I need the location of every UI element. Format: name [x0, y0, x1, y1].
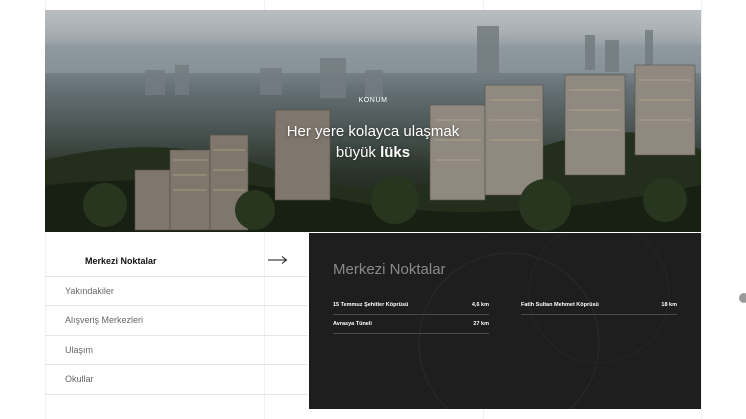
distances-panel: Merkezi Noktalar 15 Temmuz Şehitler Köpr… [309, 233, 701, 409]
list-item-ulasim[interactable]: Ulaşım [45, 336, 308, 365]
hero-eyebrow: KONUM [358, 97, 388, 104]
list-item-label: Yakındakiler [65, 285, 114, 296]
list-item-label: Ulaşım [65, 344, 94, 355]
scroll-indicator-dot[interactable] [739, 293, 746, 303]
arrow-right-icon [268, 256, 288, 264]
hero-title: Her yere kolayca ulaşmak büyük lüks [45, 121, 701, 163]
distance-row: 15 Temmuz Şehitler Köprüsü 4,6 km [333, 296, 489, 315]
grid-guide [701, 0, 702, 419]
distance-row: Fatih Sultan Mehmet Köprüsü 18 km [521, 296, 677, 315]
list-item-label: Okullar [65, 374, 94, 385]
hero-title-line1: Her yere kolayca ulaşmak [286, 123, 460, 140]
hero-title-regular: büyük [335, 144, 381, 161]
distance-name: Avrasya Tüneli [333, 321, 372, 327]
list-item-label: Alışveriş Merkezleri [65, 315, 144, 326]
hero-title-bold: lüks [380, 144, 411, 161]
distance-value: 4,6 km [471, 302, 489, 308]
hero-image: KONUM Her yere kolayca ulaşmak büyük lük… [45, 10, 701, 232]
location-category-list: Merkezi Noktalar Yakındakiler Alışveriş … [45, 247, 308, 395]
distance-name: Fatih Sultan Mehmet Köprüsü [521, 302, 599, 308]
distance-name: 15 Temmuz Şehitler Köprüsü [333, 302, 409, 308]
list-item-label: Merkezi Noktalar [85, 256, 157, 267]
distance-row: Avrasya Tüneli 27 km [333, 315, 489, 334]
distance-value: 27 km [473, 321, 489, 327]
hero-title-line2: büyük lüks [45, 142, 701, 163]
list-item-yakindakiler[interactable]: Yakındakiler [45, 277, 308, 306]
list-item-merkezi-noktalar[interactable]: Merkezi Noktalar [45, 247, 308, 277]
distance-value: 18 km [661, 302, 677, 308]
panel-title: Merkezi Noktalar [333, 261, 446, 278]
list-item-alisveris-merkezleri[interactable]: Alışveriş Merkezleri [45, 306, 308, 336]
list-item-okullar[interactable]: Okullar [45, 365, 308, 395]
